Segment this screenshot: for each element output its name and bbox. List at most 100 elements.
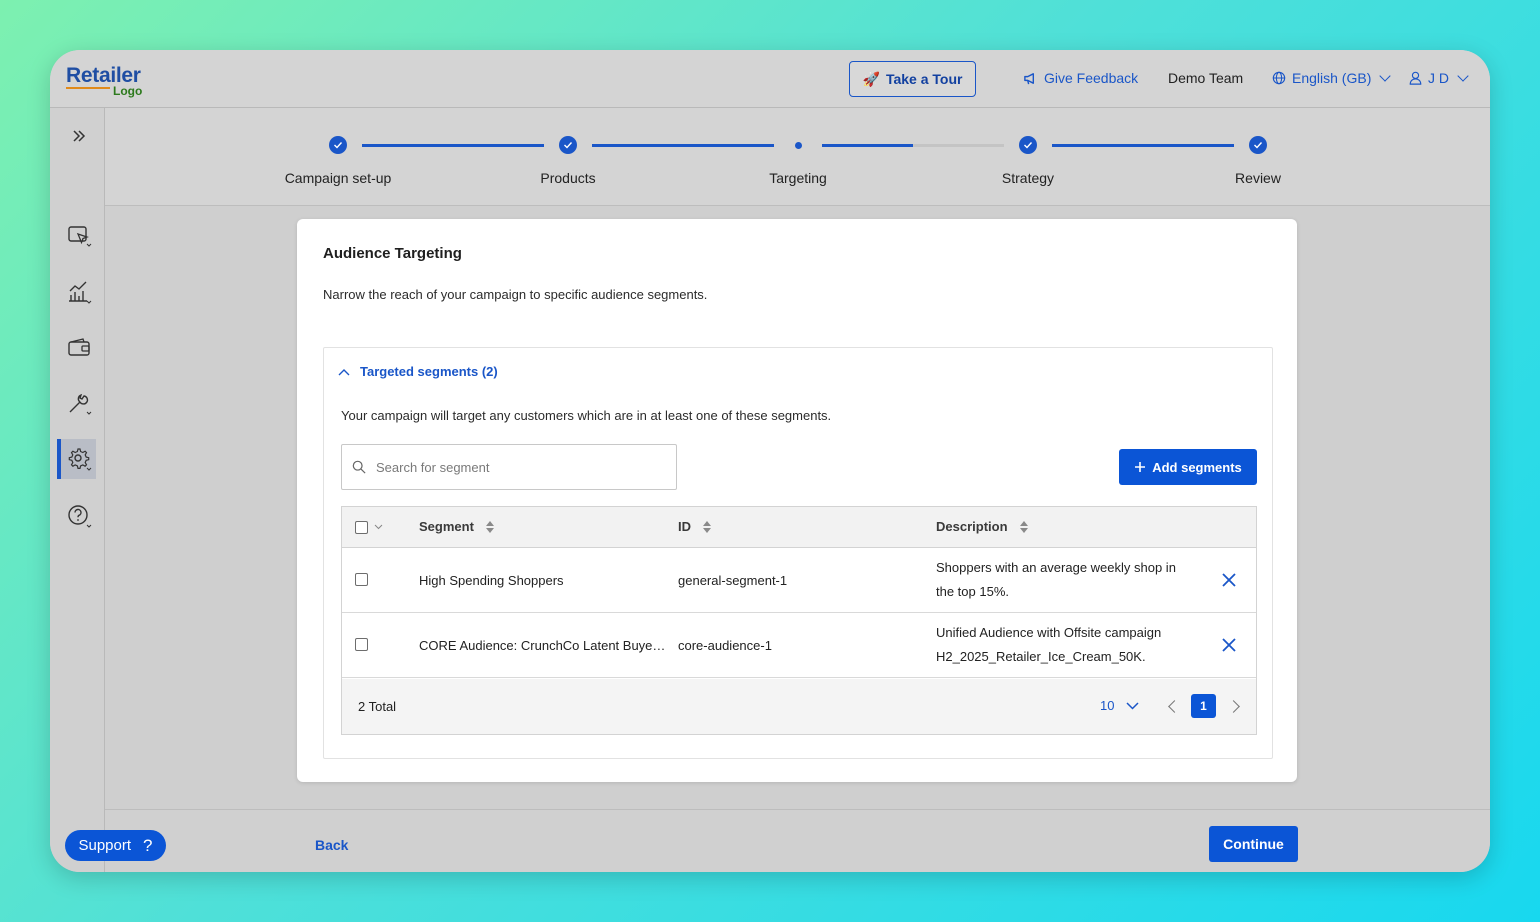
table-header: Segment ID Description bbox=[342, 507, 1256, 548]
chevron-down-icon[interactable] bbox=[374, 524, 383, 530]
step-campaign-setup[interactable]: Campaign set-up bbox=[238, 108, 438, 186]
step-label: Review bbox=[1235, 170, 1281, 186]
sort-icon bbox=[485, 520, 494, 533]
back-button[interactable]: Back bbox=[315, 837, 348, 853]
logo-underline bbox=[66, 87, 110, 89]
current-step-icon bbox=[789, 136, 807, 154]
table-row: High Spending Shoppers general-segment-1… bbox=[342, 548, 1256, 613]
chevron-up-icon bbox=[338, 368, 350, 375]
rocket-icon: 🚀 bbox=[862, 70, 880, 87]
check-icon bbox=[1249, 136, 1267, 154]
sidebar bbox=[50, 108, 105, 872]
column-segment[interactable]: Segment bbox=[419, 519, 494, 534]
step-review[interactable]: Review bbox=[1158, 108, 1358, 186]
column-description-label: Description bbox=[936, 519, 1008, 534]
search-icon bbox=[352, 460, 366, 474]
column-id-label: ID bbox=[678, 519, 691, 534]
language-selector[interactable]: English (GB) bbox=[1272, 69, 1392, 86]
continue-button[interactable]: Continue bbox=[1209, 826, 1298, 862]
globe-icon bbox=[1272, 71, 1286, 85]
chevron-down-icon bbox=[1126, 701, 1139, 710]
sidebar-item-analytics[interactable] bbox=[62, 272, 96, 312]
expand-icon bbox=[73, 130, 86, 142]
search-input[interactable] bbox=[376, 459, 656, 475]
settings-icon bbox=[68, 448, 91, 471]
sidebar-item-help[interactable] bbox=[62, 496, 96, 536]
remove-icon[interactable] bbox=[1221, 572, 1237, 588]
segment-id: core-audience-1 bbox=[678, 638, 772, 653]
column-description[interactable]: Description bbox=[936, 519, 1028, 534]
sort-icon bbox=[1019, 520, 1028, 533]
tools-icon bbox=[69, 393, 92, 415]
user-initials: J D bbox=[1428, 70, 1449, 86]
take-a-tour-button[interactable]: 🚀 Take a Tour bbox=[849, 61, 976, 97]
chevron-down-icon bbox=[1457, 69, 1469, 82]
analytics-icon bbox=[69, 281, 92, 304]
user-icon bbox=[1409, 71, 1422, 85]
column-id[interactable]: ID bbox=[678, 519, 711, 534]
bottom-action-bar: Back Continue bbox=[105, 809, 1490, 872]
page-title: Audience Targeting bbox=[323, 245, 462, 262]
progress-stepper: Campaign set-up Products Targeting Strat… bbox=[105, 108, 1490, 206]
next-page-icon[interactable] bbox=[1227, 700, 1240, 713]
help-icon bbox=[68, 505, 92, 528]
segment-description: Unified Audience with Offsite campaign H… bbox=[936, 625, 1162, 664]
top-bar: Retailer Logo 🚀 Take a Tour Give Feedbac… bbox=[50, 50, 1490, 108]
page-size-value: 10 bbox=[1100, 698, 1115, 713]
targeted-segments-toggle[interactable]: Targeted segments (2) bbox=[338, 364, 498, 379]
app-window: Retailer Logo 🚀 Take a Tour Give Feedbac… bbox=[50, 50, 1490, 872]
segments-description: Your campaign will target any customers … bbox=[341, 408, 832, 423]
retailer-logo[interactable]: Retailer Logo bbox=[66, 65, 142, 97]
page-size-select[interactable]: 10 bbox=[1100, 698, 1139, 713]
sidebar-item-settings[interactable] bbox=[57, 439, 96, 479]
sidebar-item-campaigns[interactable] bbox=[62, 216, 96, 256]
chevron-down-icon bbox=[1379, 69, 1392, 82]
table-row: CORE Audience: CrunchCo Latent Buye… cor… bbox=[342, 613, 1256, 678]
column-segment-label: Segment bbox=[419, 519, 474, 534]
targeted-segments-heading: Targeted segments (2) bbox=[360, 364, 498, 379]
team-name[interactable]: Demo Team bbox=[1168, 70, 1243, 86]
sidebar-item-tools[interactable] bbox=[62, 384, 96, 424]
give-feedback-label: Give Feedback bbox=[1044, 70, 1139, 86]
step-products[interactable]: Products bbox=[468, 108, 668, 186]
language-label: English (GB) bbox=[1292, 70, 1372, 86]
step-label: Products bbox=[540, 170, 596, 186]
remove-icon[interactable] bbox=[1221, 637, 1237, 653]
expand-sidebar-button[interactable] bbox=[62, 116, 96, 156]
step-label: Strategy bbox=[1001, 170, 1055, 186]
page-1-button[interactable]: 1 bbox=[1191, 694, 1216, 718]
select-all-checkbox[interactable] bbox=[355, 521, 368, 534]
check-icon bbox=[1019, 136, 1037, 154]
row-checkbox[interactable] bbox=[355, 573, 368, 586]
support-label: Support bbox=[78, 837, 132, 854]
take-a-tour-label: Take a Tour bbox=[885, 71, 963, 87]
logo-line2: Logo bbox=[113, 84, 143, 98]
question-icon: ? bbox=[143, 835, 153, 855]
megaphone-icon bbox=[1024, 72, 1035, 84]
row-checkbox[interactable] bbox=[355, 638, 368, 651]
prev-page-icon[interactable] bbox=[1168, 700, 1181, 713]
total-count: 2 Total bbox=[358, 699, 397, 714]
segments-table: Segment ID Description High Spending Sho… bbox=[341, 506, 1257, 735]
add-segments-button[interactable]: Add segments bbox=[1119, 449, 1257, 485]
support-button[interactable]: Support ? bbox=[65, 830, 166, 861]
step-label: Campaign set-up bbox=[284, 170, 392, 186]
audience-targeting-card: Audience Targeting Narrow the reach of y… bbox=[297, 219, 1297, 782]
give-feedback-link[interactable]: Give Feedback bbox=[1023, 70, 1138, 86]
sort-icon bbox=[703, 520, 711, 533]
segment-name: High Spending Shoppers bbox=[419, 573, 564, 588]
logo-line1: Retailer bbox=[66, 64, 141, 87]
check-icon bbox=[329, 136, 347, 154]
segment-id: general-segment-1 bbox=[678, 573, 788, 588]
targeted-segments-panel: Targeted segments (2) Your campaign will… bbox=[323, 347, 1273, 759]
step-label: Targeting bbox=[769, 170, 827, 186]
segment-search[interactable] bbox=[341, 444, 677, 490]
step-strategy[interactable]: Strategy bbox=[928, 108, 1128, 186]
page-subtitle: Narrow the reach of your campaign to spe… bbox=[323, 287, 708, 302]
step-targeting[interactable]: Targeting bbox=[698, 108, 898, 186]
segment-description: Shoppers with an average weekly shop in … bbox=[936, 560, 1176, 599]
table-footer: 2 Total 10 1 bbox=[342, 679, 1256, 734]
check-icon bbox=[559, 136, 577, 154]
user-menu[interactable]: J D bbox=[1409, 69, 1469, 86]
sidebar-item-wallet[interactable] bbox=[62, 328, 96, 368]
